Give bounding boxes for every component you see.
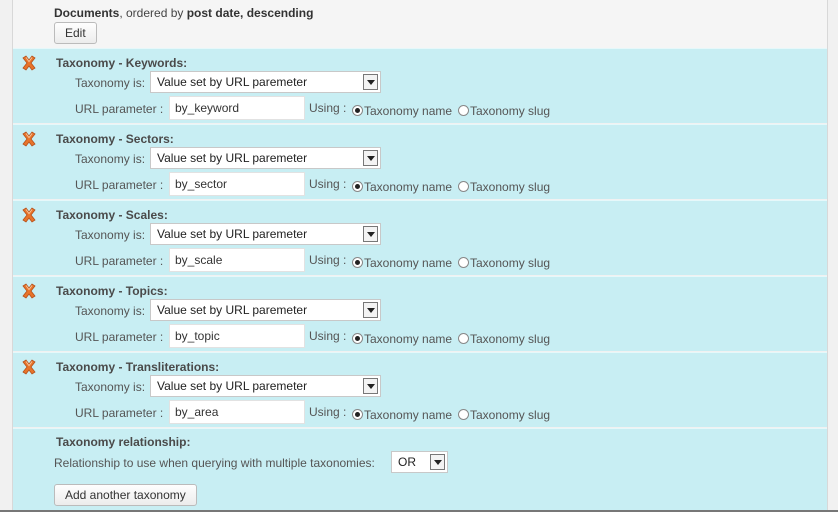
relationship-title: Taxonomy relationship:	[56, 435, 191, 449]
radio-taxonomy-name[interactable]	[352, 105, 363, 116]
url-parameter-label: URL parameter :	[75, 102, 164, 116]
url-parameter-input[interactable]	[169, 248, 305, 272]
add-taxonomy-button[interactable]: Add another taxonomy	[54, 484, 197, 506]
radio-taxonomy-slug[interactable]	[458, 409, 469, 420]
radio-taxonomy-slug-label[interactable]: Taxonomy slug	[470, 104, 550, 118]
url-parameter-input[interactable]	[169, 172, 305, 196]
order-field: post date, descending	[186, 6, 314, 20]
url-parameter-input[interactable]	[169, 324, 305, 348]
post-type: Documents	[54, 6, 120, 20]
taxonomy-block: Taxonomy - Sectors: Taxonomy is: Value s…	[13, 124, 827, 199]
radio-taxonomy-name-label[interactable]: Taxonomy name	[364, 104, 452, 118]
taxonomy-title: Taxonomy - Transliterations:	[56, 360, 220, 374]
chevron-down-icon[interactable]	[363, 150, 378, 166]
ordered-by-text: , ordered by	[119, 6, 187, 20]
radio-taxonomy-slug-label[interactable]: Taxonomy slug	[470, 408, 550, 422]
url-parameter-input[interactable]	[169, 400, 305, 424]
taxonomy-is-label: Taxonomy is:	[75, 380, 146, 394]
radio-taxonomy-slug-label[interactable]: Taxonomy slug	[470, 256, 550, 270]
taxonomy-relationship-block: Taxonomy relationship: Relationship to u…	[13, 428, 827, 512]
chevron-down-icon[interactable]	[430, 454, 445, 470]
taxonomy-title: Taxonomy - Sectors:	[56, 132, 174, 146]
chevron-down-icon[interactable]	[363, 302, 378, 318]
delete-icon[interactable]	[20, 206, 38, 224]
using-label: Using :	[309, 101, 347, 115]
radio-taxonomy-name-label[interactable]: Taxonomy name	[364, 408, 452, 422]
using-label: Using :	[309, 329, 347, 343]
query-summary: Documents, ordered by post date, descend…	[54, 6, 313, 20]
taxonomy-is-label: Taxonomy is:	[75, 304, 146, 318]
delete-icon[interactable]	[20, 358, 38, 376]
url-parameter-label: URL parameter :	[75, 330, 164, 344]
chevron-down-icon[interactable]	[363, 378, 378, 394]
taxonomy-is-label: Taxonomy is:	[75, 152, 146, 166]
radio-taxonomy-name-label[interactable]: Taxonomy name	[364, 332, 452, 346]
taxonomy-select-value: Value set by URL paremeter	[157, 303, 308, 317]
taxonomy-block: Taxonomy - Scales: Taxonomy is: Value se…	[13, 200, 827, 275]
radio-taxonomy-name-label[interactable]: Taxonomy name	[364, 180, 452, 194]
radio-taxonomy-name-label[interactable]: Taxonomy name	[364, 256, 452, 270]
taxonomy-title: Taxonomy - Topics:	[56, 284, 168, 298]
taxonomy-block: Taxonomy - Keywords: Taxonomy is: Value …	[13, 48, 827, 123]
taxonomy-block: Taxonomy - Topics: Taxonomy is: Value se…	[13, 276, 827, 351]
using-label: Using :	[309, 253, 347, 267]
radio-taxonomy-slug[interactable]	[458, 105, 469, 116]
radio-taxonomy-slug[interactable]	[458, 181, 469, 192]
radio-taxonomy-slug-label[interactable]: Taxonomy slug	[470, 332, 550, 346]
radio-taxonomy-slug[interactable]	[458, 333, 469, 344]
delete-icon[interactable]	[20, 54, 38, 72]
relationship-label: Relationship to use when querying with m…	[54, 456, 375, 470]
taxonomy-select-value: Value set by URL paremeter	[157, 227, 308, 241]
taxonomy-value-select[interactable]: Value set by URL paremeter	[150, 147, 381, 169]
delete-icon[interactable]	[20, 282, 38, 300]
relationship-select[interactable]: OR	[391, 451, 448, 473]
relationship-select-value: OR	[398, 455, 416, 469]
taxonomy-value-select[interactable]: Value set by URL paremeter	[150, 71, 381, 93]
url-parameter-input[interactable]	[169, 96, 305, 120]
taxonomy-block: Taxonomy - Transliterations: Taxonomy is…	[13, 352, 827, 427]
taxonomy-value-select[interactable]: Value set by URL paremeter	[150, 223, 381, 245]
taxonomy-value-select[interactable]: Value set by URL paremeter	[150, 375, 381, 397]
taxonomy-select-value: Value set by URL paremeter	[157, 379, 308, 393]
taxonomy-title: Taxonomy - Scales:	[56, 208, 168, 222]
taxonomy-is-label: Taxonomy is:	[75, 228, 146, 242]
radio-taxonomy-name[interactable]	[352, 409, 363, 420]
query-filter-panel: Documents, ordered by post date, descend…	[12, 0, 828, 512]
radio-taxonomy-name[interactable]	[352, 257, 363, 268]
delete-icon[interactable]	[20, 130, 38, 148]
url-parameter-label: URL parameter :	[75, 178, 164, 192]
radio-taxonomy-slug[interactable]	[458, 257, 469, 268]
taxonomy-is-label: Taxonomy is:	[75, 76, 146, 90]
taxonomy-select-value: Value set by URL paremeter	[157, 151, 308, 165]
taxonomy-title: Taxonomy - Keywords:	[56, 56, 188, 70]
taxonomy-value-select[interactable]: Value set by URL paremeter	[150, 299, 381, 321]
query-summary-area: Documents, ordered by post date, descend…	[13, 0, 827, 48]
url-parameter-label: URL parameter :	[75, 254, 164, 268]
using-label: Using :	[309, 405, 347, 419]
chevron-down-icon[interactable]	[363, 226, 378, 242]
radio-taxonomy-name[interactable]	[352, 181, 363, 192]
url-parameter-label: URL parameter :	[75, 406, 164, 420]
using-label: Using :	[309, 177, 347, 191]
taxonomy-select-value: Value set by URL paremeter	[157, 75, 308, 89]
radio-taxonomy-slug-label[interactable]: Taxonomy slug	[470, 180, 550, 194]
radio-taxonomy-name[interactable]	[352, 333, 363, 344]
chevron-down-icon[interactable]	[363, 74, 378, 90]
edit-button[interactable]: Edit	[54, 22, 97, 44]
